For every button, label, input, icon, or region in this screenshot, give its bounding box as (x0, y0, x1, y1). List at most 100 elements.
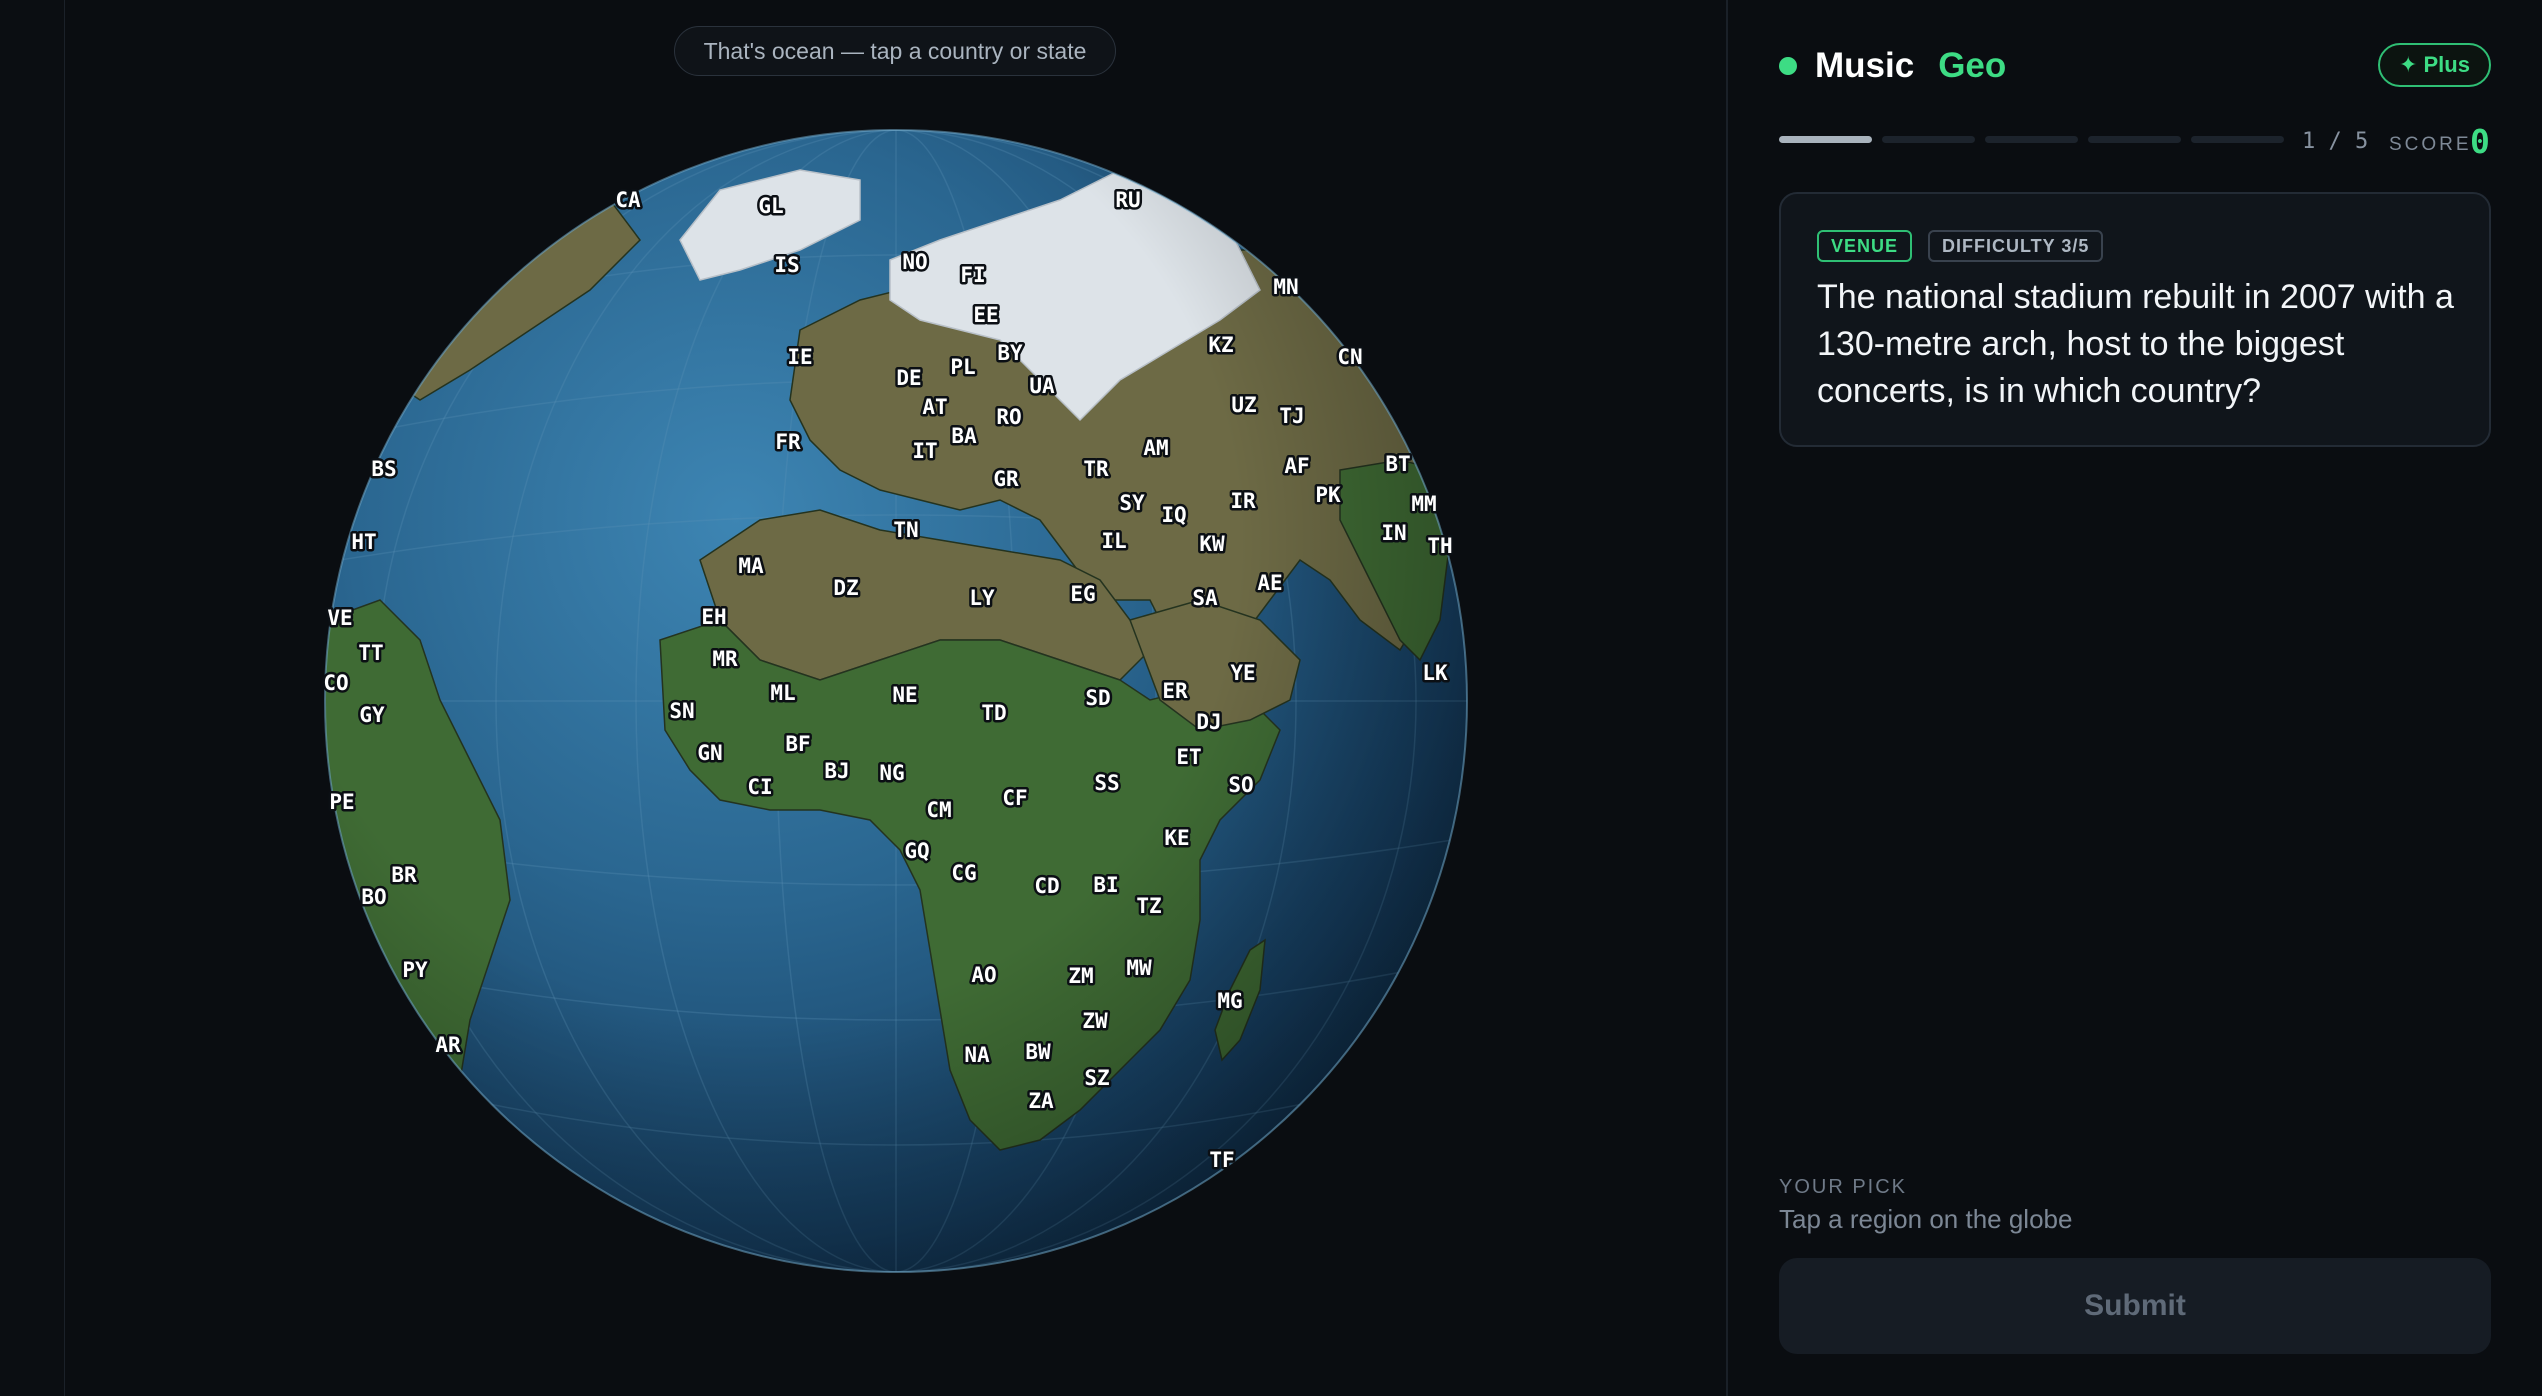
country-label-py[interactable]: PY (400, 956, 431, 985)
country-label-sn[interactable]: SN (667, 697, 697, 726)
country-label-ml[interactable]: ML (768, 679, 798, 708)
country-label-ve[interactable]: VE (325, 604, 355, 633)
country-label-ss[interactable]: SS (1092, 769, 1122, 798)
country-label-bi[interactable]: BI (1091, 871, 1121, 900)
country-label-cg[interactable]: CG (949, 859, 979, 888)
country-label-lk[interactable]: LK (1420, 659, 1451, 688)
country-label-td[interactable]: TD (979, 699, 1009, 728)
country-label-bs[interactable]: BS (369, 455, 399, 484)
country-label-tz[interactable]: TZ (1134, 892, 1164, 921)
country-label-mr[interactable]: MR (710, 645, 741, 674)
country-label-gq[interactable]: GQ (902, 837, 932, 866)
country-label-tj[interactable]: TJ (1277, 402, 1307, 431)
country-label-zm[interactable]: ZM (1066, 962, 1096, 991)
country-label-gl[interactable]: GL (756, 192, 786, 221)
country-label-ua[interactable]: UA (1027, 372, 1058, 401)
country-label-at[interactable]: AT (920, 393, 950, 422)
score-value: 0 (2470, 122, 2490, 161)
country-label-co[interactable]: CO (321, 669, 351, 698)
country-label-dj[interactable]: DJ (1194, 708, 1224, 737)
country-label-ht[interactable]: HT (349, 528, 379, 557)
country-label-sa[interactable]: SA (1190, 584, 1221, 613)
country-label-eg[interactable]: EG (1068, 580, 1098, 609)
hint-toast: That's ocean — tap a country or state (674, 26, 1116, 76)
country-label-tn[interactable]: TN (891, 516, 921, 545)
submit-button[interactable]: Submit (1779, 1258, 2491, 1354)
country-label-il[interactable]: IL (1099, 527, 1129, 556)
country-label-de[interactable]: DE (894, 364, 924, 393)
country-label-na[interactable]: NA (962, 1041, 993, 1070)
country-label-am[interactable]: AM (1141, 434, 1171, 463)
sparkle-icon: ✦ (2399, 52, 2418, 77)
country-label-dz[interactable]: DZ (831, 574, 861, 603)
country-label-ao[interactable]: AO (969, 961, 999, 990)
country-label-er[interactable]: ER (1160, 677, 1191, 706)
country-label-sy[interactable]: SY (1117, 489, 1148, 518)
country-label-af[interactable]: AF (1282, 452, 1312, 481)
country-label-is[interactable]: IS (772, 251, 802, 280)
country-label-ba[interactable]: BA (949, 422, 980, 451)
country-label-uz[interactable]: UZ (1229, 391, 1259, 420)
country-label-et[interactable]: ET (1174, 743, 1204, 772)
country-label-no[interactable]: NO (900, 248, 930, 277)
country-label-bo[interactable]: BO (359, 883, 389, 912)
country-label-ly[interactable]: LY (967, 584, 998, 613)
country-label-tr[interactable]: TR (1081, 455, 1112, 484)
country-label-by[interactable]: BY (995, 339, 1026, 368)
country-label-za[interactable]: ZA (1026, 1087, 1057, 1116)
country-label-bt[interactable]: BT (1383, 450, 1413, 479)
country-label-mg[interactable]: MG (1215, 987, 1245, 1016)
country-label-mm[interactable]: MM (1409, 490, 1439, 519)
country-label-mw[interactable]: MW (1124, 954, 1155, 983)
country-label-ar[interactable]: AR (433, 1031, 464, 1060)
country-label-ng[interactable]: NG (877, 759, 907, 788)
country-label-pk[interactable]: PK (1313, 481, 1344, 510)
country-label-ye[interactable]: YE (1228, 659, 1258, 688)
country-label-ci[interactable]: CI (745, 773, 775, 802)
country-label-in[interactable]: IN (1379, 519, 1409, 548)
country-label-ie[interactable]: IE (785, 343, 815, 372)
country-label-ke[interactable]: KE (1162, 824, 1192, 853)
country-label-eh[interactable]: EH (699, 603, 729, 632)
country-label-ir[interactable]: IR (1228, 487, 1259, 516)
country-label-gy[interactable]: GY (357, 701, 388, 730)
country-label-gr[interactable]: GR (991, 465, 1022, 494)
country-label-ro[interactable]: RO (994, 403, 1024, 432)
plus-button[interactable]: ✦ Plus (2378, 43, 2491, 87)
country-label-fi[interactable]: FI (958, 261, 988, 290)
country-label-bj[interactable]: BJ (822, 757, 852, 786)
country-label-so[interactable]: SO (1226, 771, 1256, 800)
country-label-fr[interactable]: FR (773, 428, 804, 457)
country-label-ru[interactable]: RU (1113, 186, 1143, 215)
country-label-ae[interactable]: AE (1255, 569, 1285, 598)
country-label-ee[interactable]: EE (971, 301, 1001, 330)
country-label-iq[interactable]: IQ (1159, 501, 1189, 530)
country-label-ne[interactable]: NE (890, 681, 920, 710)
country-label-sd[interactable]: SD (1083, 684, 1113, 713)
country-label-ma[interactable]: MA (736, 552, 767, 581)
country-label-cd[interactable]: CD (1032, 872, 1062, 901)
country-label-tt[interactable]: TT (356, 639, 386, 668)
progress-segment (2088, 136, 2181, 143)
country-label-tf[interactable]: TF (1207, 1146, 1237, 1175)
country-label-kz[interactable]: KZ (1206, 331, 1236, 360)
country-label-cm[interactable]: CM (924, 796, 954, 825)
country-label-bw[interactable]: BW (1023, 1038, 1054, 1067)
country-label-it[interactable]: IT (910, 437, 940, 466)
country-label-mn[interactable]: MN (1271, 273, 1301, 302)
globe[interactable]: CA GL RU IS NO FI MN EE IE BY KZ CN DE PL UA AT RO UZ TJ BA… (0, 0, 1726, 1396)
country-label-sz[interactable]: SZ (1082, 1064, 1112, 1093)
question-tags: VENUE DIFFICULTY 3/5 (1817, 230, 2104, 262)
pick-value: Tap a region on the globe (1779, 1204, 2073, 1234)
country-label-pe[interactable]: PE (327, 788, 357, 817)
country-label-bf[interactable]: BF (783, 730, 813, 759)
country-label-pl[interactable]: PL (948, 353, 978, 382)
country-label-kw[interactable]: KW (1197, 530, 1228, 559)
country-label-br[interactable]: BR (389, 861, 420, 890)
country-label-th[interactable]: TH (1425, 532, 1455, 561)
country-label-ca[interactable]: CA (613, 186, 644, 215)
country-label-cn[interactable]: CN (1335, 343, 1365, 372)
country-label-gn[interactable]: GN (695, 739, 725, 768)
country-label-cf[interactable]: CF (1000, 784, 1030, 813)
country-label-zw[interactable]: ZW (1080, 1007, 1111, 1036)
